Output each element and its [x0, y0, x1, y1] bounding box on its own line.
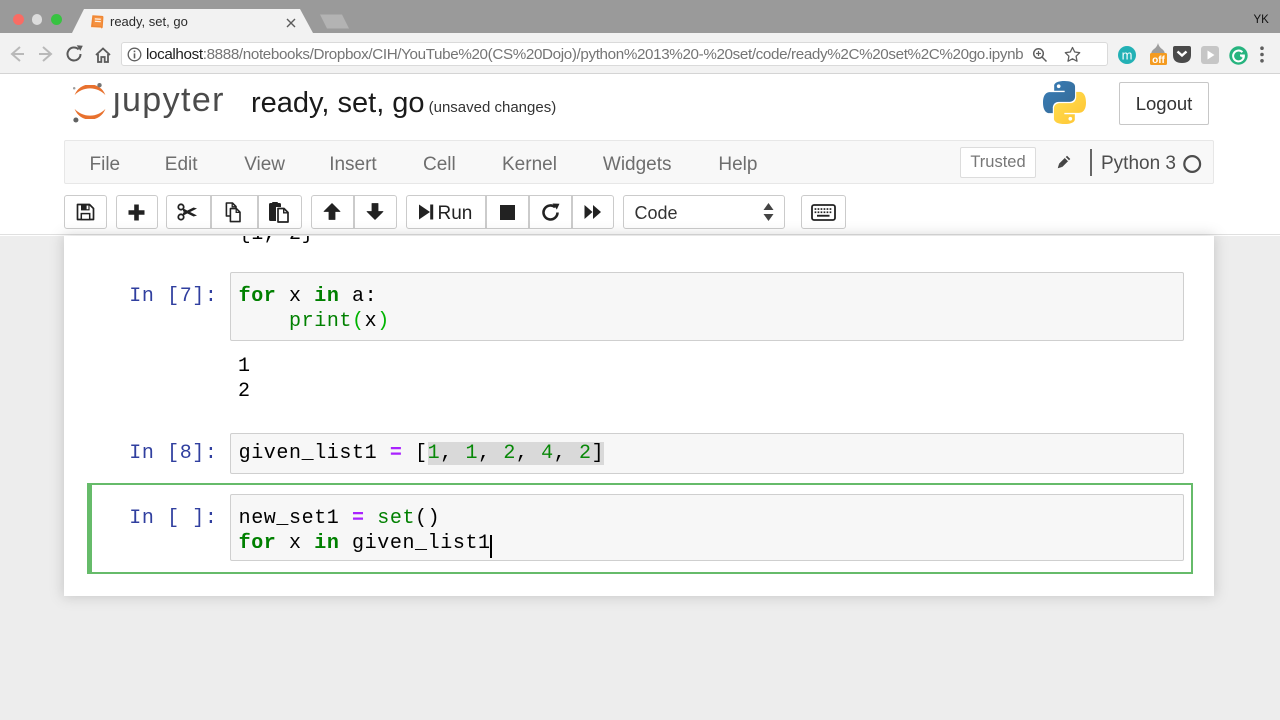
svg-text:m: m — [1122, 48, 1133, 63]
svg-text:off: off — [1152, 55, 1165, 66]
